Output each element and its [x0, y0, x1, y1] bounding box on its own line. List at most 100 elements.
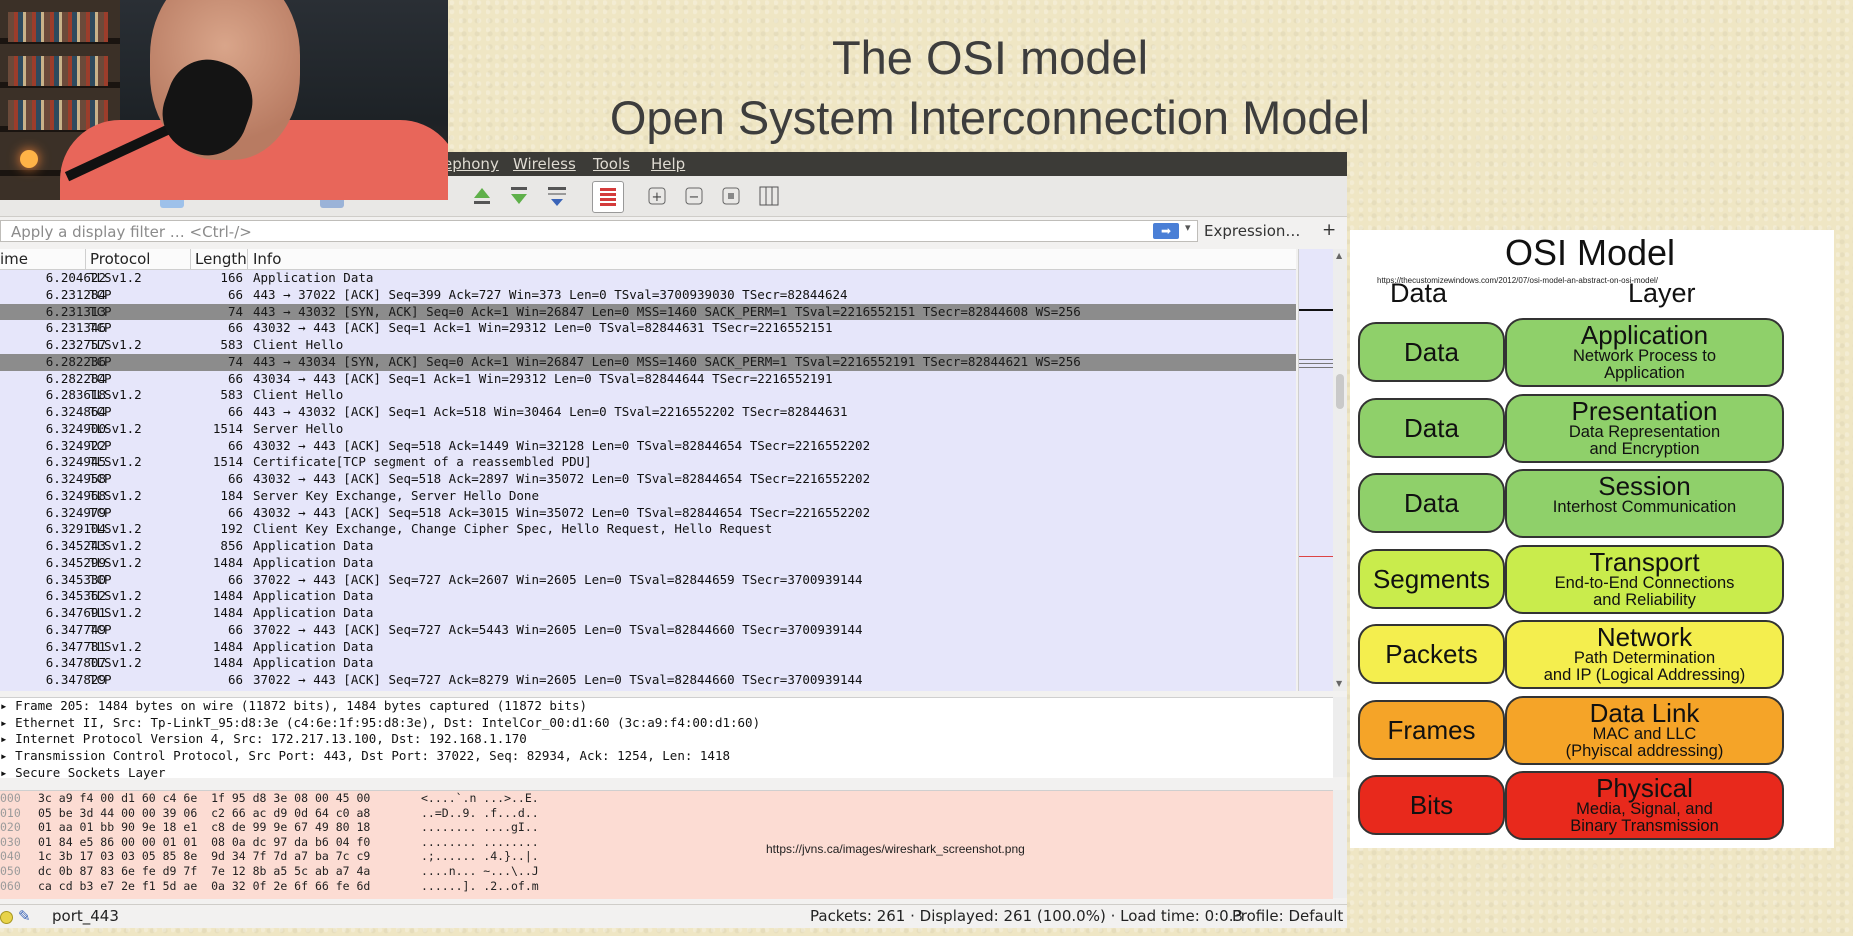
- go-first-icon[interactable]: [470, 184, 494, 208]
- edit-comment-icon[interactable]: ✎: [18, 907, 31, 925]
- zoom-out-icon[interactable]: −: [682, 184, 706, 208]
- detail-tree-item[interactable]: ▸ Secure Sockets Layer: [0, 765, 1333, 782]
- column-info[interactable]: Info: [253, 250, 281, 268]
- packet-length: 66: [227, 471, 243, 486]
- expand-arrow-icon[interactable]: ▸: [0, 715, 15, 730]
- bytes-scrollbar[interactable]: [1333, 790, 1347, 898]
- packet-row[interactable]: 6.231284 TCP 66 443 → 37022 [ACK] Seq=399 A…: [0, 287, 1296, 304]
- profile-label[interactable]: Profile: Default: [1232, 907, 1343, 925]
- packet-row[interactable]: 6.204622 TLSv1.2 166 Application Data: [0, 270, 1296, 287]
- expert-info-icon[interactable]: [0, 911, 13, 924]
- column-time[interactable]: ime: [0, 250, 28, 268]
- packet-protocol: TLSv1.2: [89, 387, 142, 403]
- resize-columns-icon[interactable]: [757, 184, 781, 208]
- packet-row[interactable]: 6.345299 TLSv1.2 1484 Application Data: [0, 555, 1296, 572]
- packet-length: 856: [220, 538, 243, 553]
- normal-size-icon[interactable]: [719, 184, 743, 208]
- detail-text: Secure Sockets Layer: [15, 764, 166, 780]
- packet-row[interactable]: 6.347807 TLSv1.2 1484 Application Data: [0, 655, 1296, 672]
- expand-arrow-icon[interactable]: ▸: [0, 765, 15, 780]
- packet-row[interactable]: 6.282284 TCP 66 43034 → 443 [ACK] Seq=1 Ack…: [0, 371, 1296, 388]
- packet-row[interactable]: 6.347829 TCP 66 37022 → 443 [ACK] Seq=727 A…: [0, 672, 1296, 689]
- packet-info: Client Key Exchange, Change Cipher Spec,…: [253, 521, 773, 537]
- detail-tree-item[interactable]: ▸ Frame 205: 1484 bytes on wire (11872 b…: [0, 698, 1333, 715]
- details-scrollbar[interactable]: [1333, 697, 1347, 777]
- packet-length: 66: [227, 672, 243, 687]
- scroll-thumb[interactable]: [1336, 374, 1344, 409]
- packet-length: 192: [220, 521, 243, 537]
- packet-details[interactable]: ▸ Frame 205: 1484 bytes on wire (11872 b…: [0, 697, 1333, 780]
- autoscroll-icon[interactable]: [545, 184, 569, 208]
- column-protocol[interactable]: Protocol: [90, 250, 150, 268]
- packet-row[interactable]: 6.345243 TLSv1.2 856 Application Data: [0, 538, 1296, 555]
- bytes-hex: dc 0b 87 83 6e fe d9 7f 7e 12 8b a5 5c a…: [38, 863, 371, 878]
- packet-row[interactable]: 6.324864 TCP 66 443 → 43032 [ACK] Seq=1 Ack…: [0, 404, 1296, 421]
- packet-bytes[interactable]: 000 3c a9 f4 00 d1 60 c4 6e 1f 95 d8 3e 0…: [0, 790, 1333, 899]
- packet-row[interactable]: 6.324922 TCP 66 43032 → 443 [ACK] Seq=518 A…: [0, 438, 1296, 455]
- packet-info: 43034 → 443 [ACK] Seq=1 Ack=1 Win=29312 …: [253, 370, 833, 386]
- packet-row[interactable]: 6.347749 TCP 66 37022 → 443 [ACK] Seq=727 A…: [0, 622, 1296, 639]
- osi-layer-desc: MAC and LLC: [1592, 724, 1697, 743]
- menu-tools[interactable]: Tools: [593, 155, 630, 173]
- osi-layer-desc: Application: [1604, 364, 1685, 382]
- scroll-up-icon[interactable]: ▲: [1336, 251, 1342, 260]
- detail-tree-item[interactable]: ▸ Transmission Control Protocol, Src Por…: [0, 748, 1333, 765]
- add-filter-button[interactable]: +: [1322, 220, 1336, 240]
- bytes-ascii: ........ ....gI..: [421, 820, 539, 835]
- packet-minimap[interactable]: [1298, 249, 1334, 691]
- bytes-row[interactable]: 030 01 84 e5 86 00 00 01 01 08 0a dc 97 d…: [0, 835, 1333, 850]
- colorize-packets-icon[interactable]: [592, 181, 624, 213]
- osi-layer: Transport End-to-End Connections and Relia…: [1505, 544, 1784, 614]
- packet-row[interactable]: 6.324958 TCP 66 43032 → 443 [ACK] Seq=518 A…: [0, 471, 1296, 488]
- packet-length: 74: [227, 353, 243, 369]
- packet-row[interactable]: 6.231313 TCP 74 443 → 43032 [SYN, ACK] Seq=…: [0, 303, 1296, 321]
- filter-dropdown-icon[interactable]: ▾: [1185, 221, 1191, 234]
- zoom-in-icon[interactable]: +: [645, 184, 669, 208]
- packet-list-scrollbar[interactable]: ▲ ▼: [1333, 249, 1347, 691]
- packet-row[interactable]: 6.329104 TLSv1.2 192 Client Key Exchange, C…: [0, 521, 1296, 538]
- expand-arrow-icon[interactable]: ▸: [0, 731, 15, 746]
- osi-layer-desc: and Encryption: [1589, 439, 1700, 458]
- expand-arrow-icon[interactable]: ▸: [0, 748, 15, 763]
- packet-row[interactable]: 6.283618 TLSv1.2 583 Client Hello: [0, 387, 1296, 404]
- expression-button[interactable]: Expression…: [1204, 222, 1300, 240]
- detail-text: Ethernet II, Src: Tp-LinkT_95:d8:3e (c4:…: [15, 714, 761, 730]
- expand-arrow-icon[interactable]: ▸: [0, 698, 15, 713]
- packet-protocol: TCP: [89, 404, 112, 419]
- detail-tree-item[interactable]: ▸ Ethernet II, Src: Tp-LinkT_95:d8:3e (c…: [0, 715, 1333, 732]
- bytes-row[interactable]: 050 dc 0b 87 83 6e fe d9 7f 7e 12 8b a5 5…: [0, 864, 1333, 879]
- packet-row[interactable]: 6.324945 TLSv1.2 1514 Certificate[TCP segme…: [0, 454, 1296, 471]
- bytes-ascii: <....`.n ...>..E.: [421, 791, 539, 805]
- packet-info: Server Key Exchange, Server Hello Done: [253, 487, 539, 503]
- bytes-row[interactable]: 000 3c a9 f4 00 d1 60 c4 6e 1f 95 d8 3e 0…: [0, 791, 1333, 806]
- packet-list[interactable]: ime Protocol Length Info 6.204622 TLSv1.2…: [0, 249, 1296, 691]
- packet-row[interactable]: 6.324900 TLSv1.2 1514 Server Hello: [0, 421, 1296, 438]
- packet-row[interactable]: 6.324968 TLSv1.2 184 Server Key Exchange, S…: [0, 488, 1296, 505]
- menu-wireless[interactable]: Wireless: [513, 155, 576, 173]
- packet-row[interactable]: 6.345330 TCP 66 37022 → 443 [ACK] Seq=727 A…: [0, 572, 1296, 589]
- menu-telephony[interactable]: ephony: [443, 155, 499, 173]
- osi-layer-desc: (Phyiscal addressing): [1565, 741, 1724, 760]
- osi-layer-desc: Interhost Communication: [1552, 498, 1737, 516]
- packet-info: 443 → 43032 [ACK] Seq=1 Ack=518 Win=3046…: [253, 404, 848, 419]
- packet-row[interactable]: 6.232757 TLSv1.2 583 Client Hello: [0, 337, 1296, 354]
- apply-filter-arrow-icon[interactable]: ➡: [1153, 223, 1179, 239]
- scroll-down-icon[interactable]: ▼: [1336, 679, 1342, 688]
- packet-row[interactable]: 6.324979 TCP 66 43032 → 443 [ACK] Seq=518 A…: [0, 505, 1296, 522]
- packet-row[interactable]: 6.231346 TCP 66 43032 → 443 [ACK] Seq=1 Ack…: [0, 320, 1296, 337]
- bytes-row[interactable]: 010 05 be 3d 44 00 00 39 06 c2 66 ac d9 0…: [0, 806, 1333, 821]
- packet-length: 184: [220, 487, 243, 503]
- bytes-offset: 060: [0, 878, 21, 893]
- go-last-icon[interactable]: [507, 184, 531, 208]
- bytes-row[interactable]: 040 1c 3b 17 03 03 05 85 8e 9d 34 7f 7d a…: [0, 849, 1333, 864]
- packet-row[interactable]: 6.347691 TLSv1.2 1484 Application Data: [0, 605, 1296, 622]
- menu-help[interactable]: Help: [651, 155, 685, 173]
- bytes-row[interactable]: 060 ca cd b3 e7 2e f1 5d ae 0a 32 0f 2e 6…: [0, 879, 1333, 894]
- packet-row[interactable]: 6.347781 TLSv1.2 1484 Application Data: [0, 639, 1296, 656]
- display-filter-input[interactable]: Apply a display filter … <Ctrl-/>: [0, 220, 1198, 242]
- detail-tree-item[interactable]: ▸ Internet Protocol Version 4, Src: 172.…: [0, 731, 1333, 748]
- packet-row[interactable]: 6.282236 TCP 74 443 → 43034 [SYN, ACK] Seq=…: [0, 353, 1296, 371]
- column-length[interactable]: Length: [195, 250, 247, 268]
- bytes-row[interactable]: 020 01 aa 01 bb 90 9e 18 e1 c8 de 99 9e 6…: [0, 820, 1333, 835]
- packet-row[interactable]: 6.345362 TLSv1.2 1484 Application Data: [0, 588, 1296, 605]
